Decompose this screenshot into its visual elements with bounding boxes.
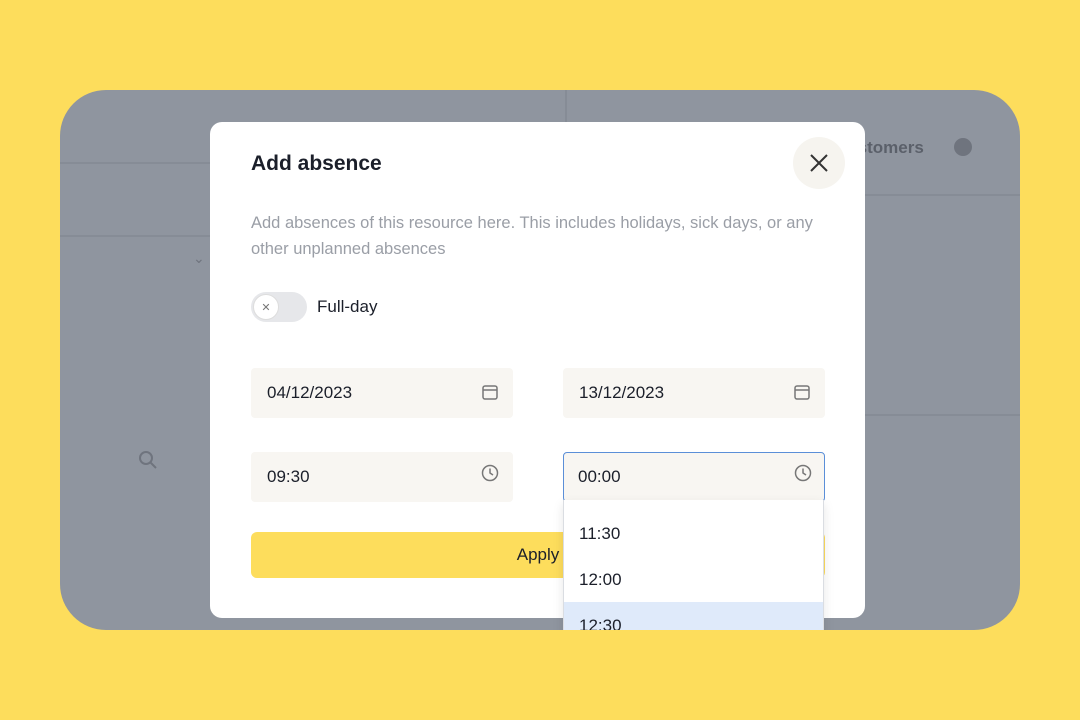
start-date-value: 04/12/2023 bbox=[267, 383, 353, 402]
end-date-field[interactable]: 13/12/2023 bbox=[563, 368, 825, 418]
search-icon bbox=[139, 451, 157, 469]
close-icon bbox=[810, 154, 828, 172]
start-time-field[interactable]: 09:30 bbox=[251, 452, 513, 502]
end-time-field[interactable]: 00:00 bbox=[563, 452, 825, 502]
end-date-value: 13/12/2023 bbox=[579, 383, 665, 402]
dialog-title: Add absence bbox=[251, 152, 382, 175]
start-date-field[interactable]: 04/12/2023 bbox=[251, 368, 513, 418]
divider bbox=[865, 194, 1020, 196]
full-day-toggle[interactable]: ✕ bbox=[251, 292, 307, 322]
start-time-value: 09:30 bbox=[267, 467, 310, 486]
clock-icon[interactable] bbox=[794, 464, 812, 482]
divider bbox=[565, 90, 567, 122]
time-option-highlighted[interactable]: 12:30 bbox=[564, 602, 823, 630]
calendar-icon[interactable] bbox=[481, 383, 499, 401]
end-time-value: 00:00 bbox=[578, 467, 621, 486]
info-icon bbox=[954, 138, 972, 156]
app-window: Customers ⌄ Add absence Add absences of … bbox=[60, 90, 1020, 630]
calendar-icon[interactable] bbox=[793, 383, 811, 401]
time-dropdown[interactable]: 11:30 12:00 12:30 bbox=[563, 500, 824, 630]
time-option[interactable]: 12:00 bbox=[564, 556, 823, 602]
dialog-description: Add absences of this resource here. This… bbox=[251, 214, 813, 258]
time-option[interactable]: 11:30 bbox=[564, 510, 823, 556]
chevron-down-icon: ⌄ bbox=[193, 250, 205, 266]
close-button[interactable] bbox=[793, 137, 845, 189]
clock-icon[interactable] bbox=[481, 464, 499, 482]
x-icon: ✕ bbox=[253, 294, 279, 320]
divider bbox=[865, 414, 1020, 416]
full-day-label: Full-day bbox=[317, 297, 378, 316]
